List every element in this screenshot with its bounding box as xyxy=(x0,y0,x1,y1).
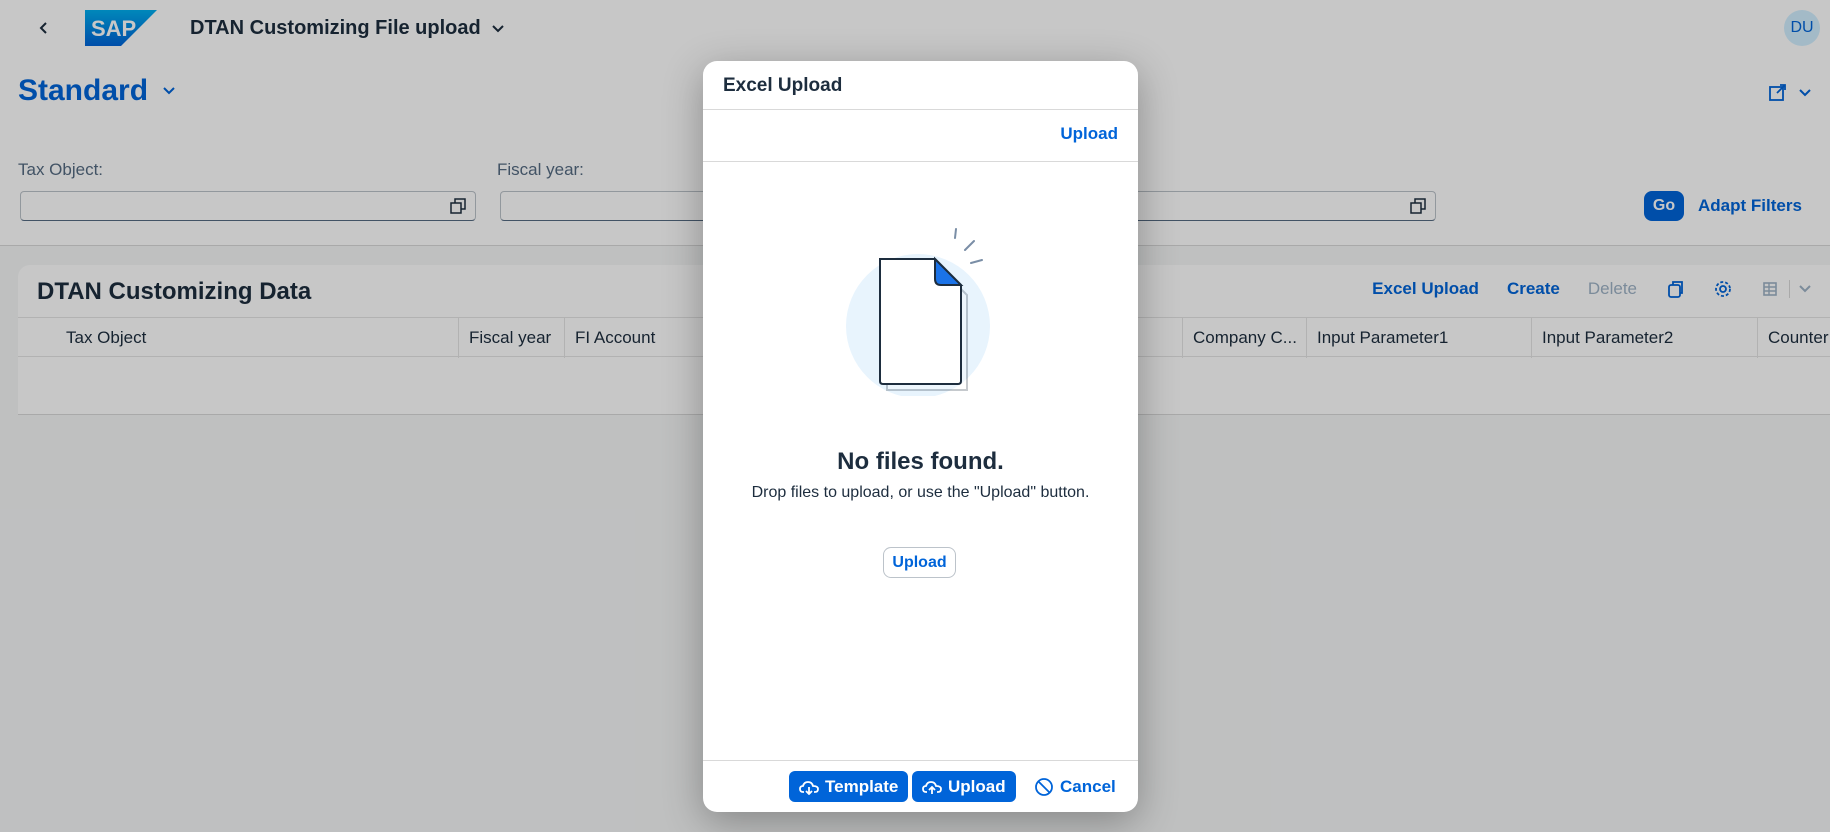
cancel-label: Cancel xyxy=(1060,776,1116,796)
empty-file-illustration xyxy=(846,228,990,396)
toolbar-upload-button[interactable]: Upload xyxy=(1060,124,1118,144)
excel-upload-dialog: Excel Upload Upload No files found. Drop… xyxy=(703,61,1138,812)
empty-state-hint: Drop files to upload, or use the "Upload… xyxy=(751,484,1090,501)
cancel-icon xyxy=(1035,777,1053,796)
divider xyxy=(703,109,1138,110)
empty-state-title: No files found. xyxy=(837,448,1004,475)
template-label: Template xyxy=(825,776,899,796)
cloud-upload-icon xyxy=(922,780,942,794)
upload-button[interactable]: Upload xyxy=(883,547,956,578)
template-button[interactable]: Template xyxy=(789,771,909,802)
dialog-title: Excel Upload xyxy=(723,75,843,96)
footer-upload-label: Upload xyxy=(948,776,1006,796)
cancel-button[interactable]: Cancel xyxy=(1024,771,1126,802)
cloud-download-icon xyxy=(799,780,819,795)
divider xyxy=(703,760,1138,761)
divider xyxy=(703,161,1138,162)
footer-upload-button[interactable]: Upload xyxy=(912,771,1016,802)
